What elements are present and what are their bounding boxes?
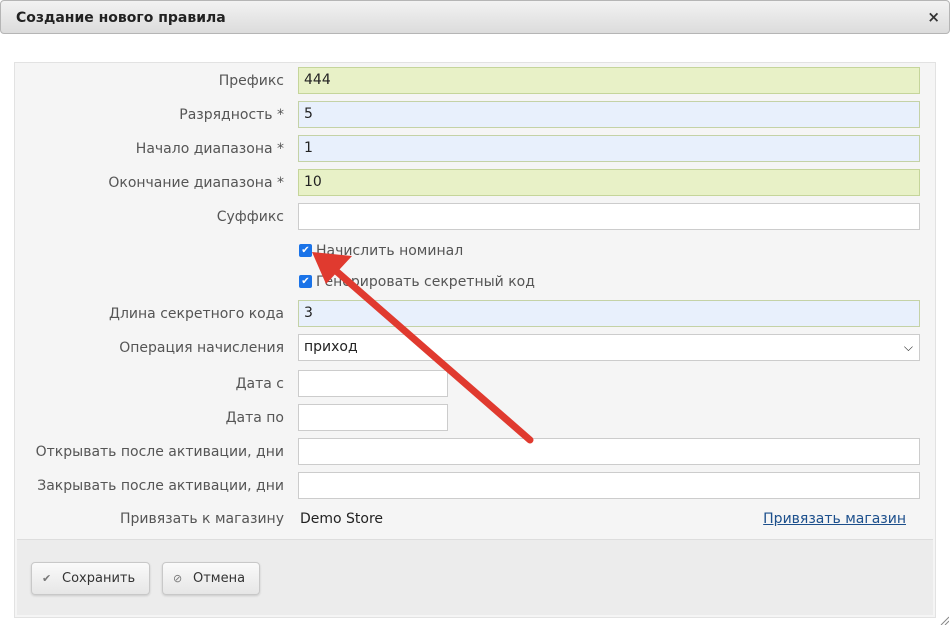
resize-grip-icon[interactable] — [939, 615, 949, 625]
date-to-input[interactable] — [298, 404, 448, 431]
suffix-input[interactable] — [298, 203, 920, 230]
range-end-input[interactable]: 10 — [298, 169, 920, 196]
date-from-label: Дата с — [235, 376, 284, 392]
cancel-icon: ⊘ — [173, 572, 183, 585]
store-label: Привязать к магазину — [119, 511, 284, 527]
save-button-label: Сохранить — [62, 571, 136, 586]
cancel-button[interactable]: ⊘ Отмена — [162, 562, 261, 595]
store-value: Demo Store — [300, 511, 384, 527]
generate-secret-checkbox[interactable]: ✔ — [299, 275, 312, 288]
prefix-input[interactable]: 444 — [298, 67, 920, 94]
date-from-input[interactable] — [298, 370, 448, 397]
range-start-input[interactable]: 1 — [298, 135, 920, 162]
bind-store-link[interactable]: Привязать магазин — [763, 510, 906, 528]
operation-select[interactable]: приход ⌵ — [298, 334, 920, 361]
date-to-label: Дата по — [225, 410, 284, 426]
range-end-label: Окончание диапазона * — [108, 175, 284, 191]
open-after-label: Открывать после активации, дни — [35, 444, 284, 460]
form-panel: Префикс 444 Разрядность * 5 Начало диапа… — [14, 62, 936, 618]
prefix-label: Префикс — [218, 73, 284, 89]
suffix-label: Суффикс — [216, 209, 284, 225]
dialog-title: Создание нового правила — [16, 10, 226, 26]
close-after-label: Закрывать после активации, дни — [37, 478, 284, 494]
operation-selected-value: приход — [304, 339, 358, 355]
range-start-label: Начало диапазона * — [135, 141, 284, 157]
chevron-down-icon: ⌵ — [903, 340, 913, 354]
cancel-button-label: Отмена — [193, 571, 246, 586]
charge-nominal-label[interactable]: Начислить номинал — [316, 242, 463, 260]
generate-secret-label[interactable]: Генерировать секретный код — [316, 273, 535, 291]
open-after-input[interactable] — [298, 438, 920, 465]
save-button[interactable]: ✔ Сохранить — [31, 562, 151, 595]
dialog-titlebar: Создание нового правила × — [0, 0, 950, 34]
check-icon: ✔ — [42, 572, 52, 585]
close-icon[interactable]: × — [927, 8, 940, 26]
close-after-input[interactable] — [298, 472, 920, 499]
secret-length-input[interactable]: 3 — [298, 300, 920, 327]
charge-nominal-checkbox[interactable]: ✔ — [299, 244, 312, 257]
digits-input[interactable]: 5 — [298, 101, 920, 128]
dialog-footer: ✔ Сохранить ⊘ Отмена — [17, 539, 933, 615]
digits-label: Разрядность * — [179, 107, 284, 123]
secret-length-label: Длина секретного кода — [109, 306, 284, 322]
operation-label: Операция начисления — [119, 340, 284, 356]
